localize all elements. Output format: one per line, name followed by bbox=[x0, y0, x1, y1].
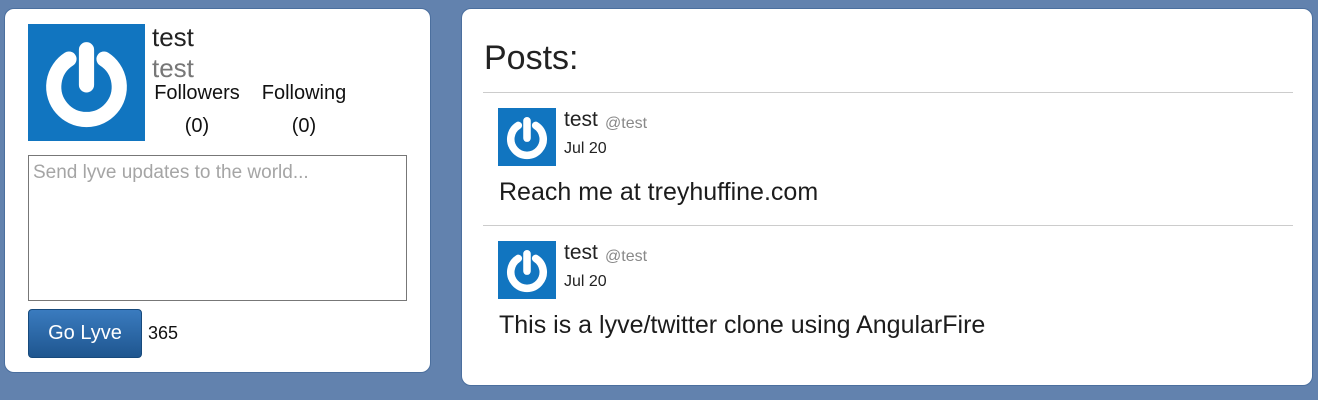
power-logo-icon bbox=[498, 241, 556, 299]
posts-title: Posts: bbox=[484, 39, 579, 77]
go-lyve-button[interactable]: Go Lyve bbox=[28, 309, 142, 358]
post-date: Jul 20 bbox=[564, 273, 607, 290]
following-count: (0) bbox=[291, 115, 317, 137]
update-input[interactable] bbox=[28, 155, 407, 301]
post-author-name[interactable]: test bbox=[564, 108, 598, 132]
post-author-handle[interactable]: @test bbox=[605, 248, 647, 266]
following-label: Following bbox=[261, 82, 347, 104]
following-stat[interactable]: Following (0) bbox=[257, 82, 351, 138]
char-count: 365 bbox=[148, 323, 179, 343]
followers-label: Followers bbox=[154, 82, 240, 104]
post-body: This is a lyve/twitter clone using Angul… bbox=[499, 311, 986, 339]
posts-card: Posts: test @test Jul 20 Reach me at tre… bbox=[461, 8, 1313, 386]
divider bbox=[483, 92, 1293, 93]
power-logo-icon bbox=[28, 24, 145, 141]
post-item: test @test Jul 20 Reach me at treyhuffin… bbox=[498, 108, 1278, 233]
profile-handle: test bbox=[152, 53, 194, 83]
post-item: test @test Jul 20 This is a lyve/twitter… bbox=[498, 241, 1278, 366]
followers-count: (0) bbox=[184, 115, 210, 137]
profile-card: test test Followers (0) Following (0) Go… bbox=[4, 8, 431, 373]
post-body: Reach me at treyhuffine.com bbox=[499, 178, 819, 206]
followers-stat[interactable]: Followers (0) bbox=[151, 82, 243, 138]
divider bbox=[483, 225, 1293, 226]
power-logo-icon bbox=[498, 108, 556, 166]
post-author-handle[interactable]: @test bbox=[605, 115, 647, 133]
profile-name: test bbox=[152, 22, 194, 52]
post-author-name[interactable]: test bbox=[564, 241, 598, 265]
post-date: Jul 20 bbox=[564, 140, 607, 157]
